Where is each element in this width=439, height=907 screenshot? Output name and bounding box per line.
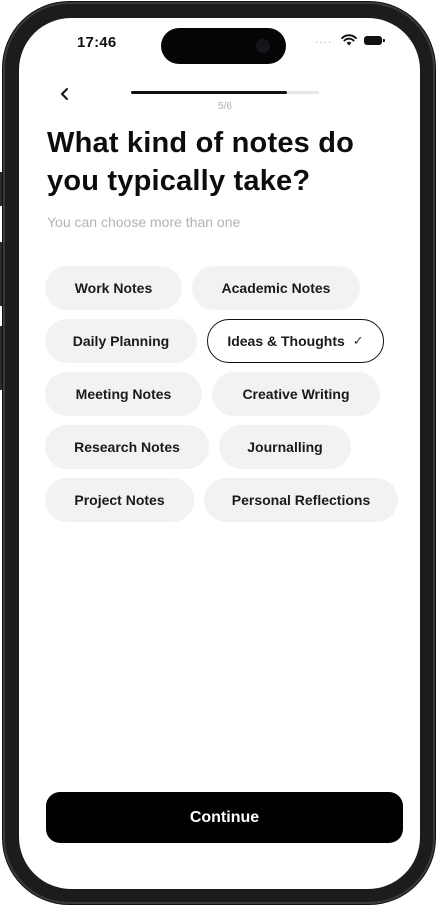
option-label: Journalling bbox=[247, 439, 323, 455]
option-work-notes[interactable]: Work Notes bbox=[45, 266, 182, 310]
options-row: Meeting Notes Creative Writing bbox=[45, 372, 405, 416]
step-indicator: 5/6 bbox=[218, 101, 232, 112]
option-creative-writing[interactable]: Creative Writing bbox=[212, 372, 380, 416]
option-label: Work Notes bbox=[74, 280, 153, 296]
continue-button[interactable]: Continue bbox=[46, 792, 403, 843]
option-meeting-notes[interactable]: Meeting Notes bbox=[45, 372, 202, 416]
option-daily-planning[interactable]: Daily Planning bbox=[45, 319, 197, 363]
options-list: Work Notes Academic Notes Daily Planning… bbox=[45, 266, 405, 531]
options-row: Work Notes Academic Notes bbox=[45, 266, 405, 310]
option-label: Ideas & Thoughts bbox=[227, 333, 345, 349]
dynamic-island bbox=[161, 28, 286, 64]
options-row: Project Notes Personal Reflections bbox=[45, 478, 405, 522]
options-row: Research Notes Journalling bbox=[45, 425, 405, 469]
progress-bar bbox=[131, 91, 319, 94]
option-academic-notes[interactable]: Academic Notes bbox=[192, 266, 360, 310]
chevron-left-icon bbox=[61, 88, 68, 100]
options-row: Daily Planning Ideas & Thoughts ✓ bbox=[45, 319, 405, 363]
checkmark-icon: ✓ bbox=[352, 333, 364, 348]
wifi-icon bbox=[341, 34, 357, 46]
phone-frame: 17:46 .... 5/6 What kind of notes do you… bbox=[3, 2, 435, 904]
camera-icon bbox=[256, 39, 270, 53]
back-button[interactable] bbox=[53, 82, 77, 106]
option-label: Daily Planning bbox=[72, 333, 170, 349]
progress-fill bbox=[131, 91, 288, 94]
signal-icon: .... bbox=[315, 32, 333, 46]
option-project-notes[interactable]: Project Notes bbox=[45, 478, 194, 522]
page-title: What kind of notes do you typically take… bbox=[47, 127, 355, 197]
option-label: Personal Reflections bbox=[231, 492, 371, 508]
option-label: Research Notes bbox=[74, 439, 180, 455]
option-journalling[interactable]: Journalling bbox=[219, 425, 351, 469]
page-subtitle: You can choose more than one bbox=[47, 214, 241, 230]
page: 17:46 .... 5/6 What kind of notes do you… bbox=[0, 0, 439, 907]
option-label: Academic Notes bbox=[221, 280, 331, 296]
battery-icon bbox=[364, 36, 385, 45]
option-label: Project Notes bbox=[74, 492, 165, 508]
status-time: 17:46 bbox=[77, 34, 117, 51]
option-ideas-thoughts[interactable]: Ideas & Thoughts ✓ bbox=[207, 319, 384, 363]
option-personal-reflections[interactable]: Personal Reflections bbox=[204, 478, 398, 522]
option-label: Creative Writing bbox=[242, 386, 350, 402]
option-research-notes[interactable]: Research Notes bbox=[45, 425, 209, 469]
phone-screen: 17:46 .... 5/6 What kind of notes do you… bbox=[19, 18, 420, 889]
option-label: Meeting Notes bbox=[75, 386, 172, 402]
